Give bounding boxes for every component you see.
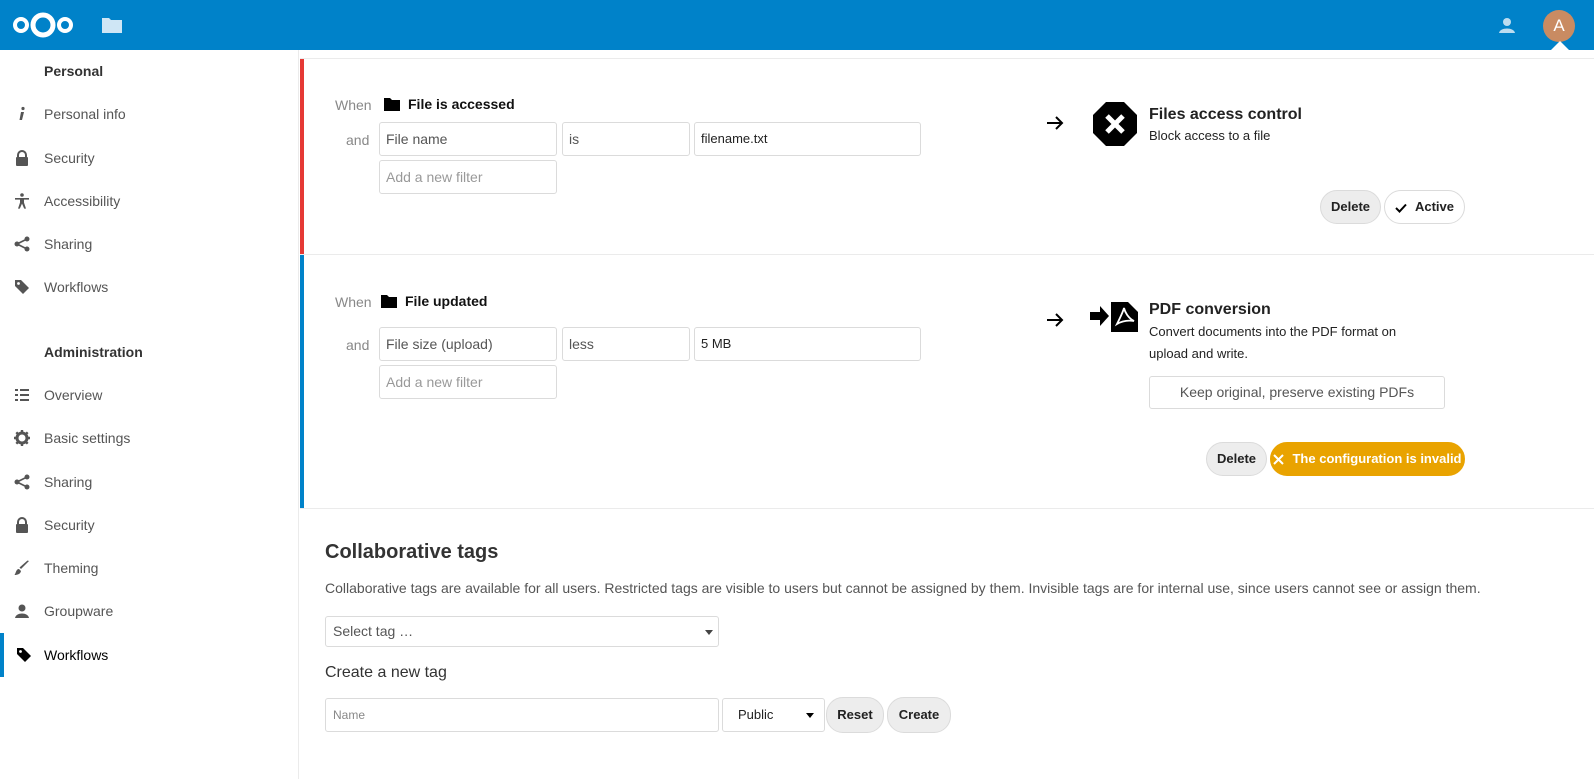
active-button[interactable]: Active: [1384, 190, 1465, 224]
tag-icon: [0, 279, 44, 295]
share-icon: [0, 474, 44, 490]
sidebar-item-overview[interactable]: Overview: [0, 373, 298, 417]
sidebar-item-personal-security[interactable]: Security: [0, 136, 298, 180]
tag-visibility-select[interactable]: Public: [722, 698, 825, 732]
rule-status-bar: [300, 59, 304, 254]
add-filter-select[interactable]: Add a new filter: [379, 365, 557, 399]
invalid-config-button[interactable]: The configuration is invalid: [1270, 442, 1465, 476]
list-icon: [0, 387, 44, 403]
sidebar-item-basic-settings[interactable]: Basic settings: [0, 416, 298, 460]
pdf-conversion-icon: [1090, 302, 1138, 332]
create-tag-title: Create a new tag: [325, 664, 447, 681]
sidebar-item-groupware[interactable]: Groupware: [0, 589, 298, 633]
block-access-icon: [1093, 102, 1137, 146]
contacts-icon[interactable]: [1497, 15, 1517, 35]
sidebar-item-admin-sharing[interactable]: Sharing: [0, 460, 298, 504]
select-tag-placeholder: Select tag …: [333, 623, 414, 639]
filter-operator-select[interactable]: less: [562, 327, 690, 361]
workflow-rule: When File is accessed and File name is f…: [300, 58, 1594, 255]
share-icon: [0, 236, 44, 252]
filter-value-input[interactable]: 5 MB: [694, 327, 921, 361]
sidebar-item-label: Workflows: [44, 647, 109, 663]
nextcloud-logo[interactable]: [12, 10, 74, 40]
sidebar-item-label: Theming: [44, 560, 99, 576]
filter-field-select[interactable]: File size (upload): [379, 327, 557, 361]
arrow-right-icon: [1047, 116, 1064, 130]
folder-icon: [381, 295, 397, 308]
gear-icon: [0, 430, 44, 446]
accessibility-icon: [0, 193, 44, 209]
sidebar-item-accessibility[interactable]: Accessibility: [0, 179, 298, 223]
close-icon: [1273, 454, 1285, 465]
operation-description-line-2: upload and write.: [1149, 346, 1249, 361]
sidebar-item-label: Security: [44, 150, 95, 166]
folder-icon: [384, 98, 400, 111]
when-label: When: [335, 294, 372, 310]
sidebar-item-label: Security: [44, 517, 95, 533]
sidebar-item-label: Sharing: [44, 236, 93, 252]
rule-status-bar: [300, 255, 304, 508]
event-selector[interactable]: File is accessed: [384, 96, 515, 112]
chevron-down-icon: [806, 713, 814, 718]
sidebar-item-label: Groupware: [44, 603, 114, 619]
sidebar-item-theming[interactable]: Theming: [0, 546, 298, 590]
event-label: File updated: [405, 293, 488, 309]
operation-description-line-1: Convert documents into the PDF format on: [1149, 324, 1397, 339]
workflow-content: When File is accessed and File name is f…: [300, 50, 1594, 779]
folder-icon[interactable]: [101, 15, 123, 35]
contacts-icon: [0, 603, 44, 619]
sidebar-item-label: Sharing: [44, 474, 93, 490]
arrow-right-icon: [1047, 313, 1064, 327]
filter-operator-select[interactable]: is: [562, 122, 690, 156]
sidebar-item-admin-workflows[interactable]: Workflows: [0, 633, 298, 677]
sidebar-item-personal-workflows[interactable]: Workflows: [0, 265, 298, 309]
sidebar-item-label: Accessibility: [44, 193, 121, 209]
filter-value-input[interactable]: filename.txt: [694, 122, 921, 156]
collaborative-tags-description: Collaborative tags are available for all…: [325, 580, 1481, 596]
sidebar-item-label: Workflows: [44, 279, 109, 295]
pdf-options-select[interactable]: Keep original, preserve existing PDFs: [1149, 376, 1445, 409]
lock-icon: [0, 150, 44, 166]
delete-rule-button[interactable]: Delete: [1206, 442, 1267, 476]
administration-heading: Administration: [44, 344, 143, 360]
select-tag-dropdown[interactable]: Select tag …: [325, 616, 719, 647]
event-label: File is accessed: [408, 96, 515, 112]
operation-title: Files access control: [1149, 106, 1302, 123]
avatar-menu-caret: [1551, 41, 1569, 50]
and-label: and: [346, 132, 370, 148]
tag-visibility-value: Public: [738, 707, 774, 722]
sidebar-item-admin-security[interactable]: Security: [0, 503, 298, 547]
brush-icon: [0, 560, 44, 576]
check-icon: [1395, 203, 1407, 213]
info-icon: [0, 106, 44, 122]
filter-field-select[interactable]: File name: [379, 122, 557, 156]
create-button[interactable]: Create: [887, 697, 951, 733]
reset-button[interactable]: Reset: [826, 697, 884, 733]
delete-rule-button[interactable]: Delete: [1320, 190, 1381, 224]
chevron-down-icon: [705, 630, 713, 635]
sidebar-item-personal-info[interactable]: Personal info: [0, 92, 298, 136]
workflow-rule: When File updated and File size (upload)…: [300, 255, 1594, 509]
settings-sidebar: Personal Personal info Security Accessib…: [0, 50, 299, 779]
event-selector[interactable]: File updated: [381, 293, 487, 309]
tag-name-input[interactable]: Name: [325, 698, 719, 732]
user-avatar[interactable]: A: [1543, 10, 1575, 42]
personal-heading: Personal: [44, 63, 104, 79]
sidebar-item-label: Basic settings: [44, 430, 131, 446]
status-label: The configuration is invalid: [1292, 451, 1462, 466]
lock-icon: [0, 517, 44, 533]
sidebar-item-label: Overview: [44, 387, 103, 403]
sidebar-item-personal-sharing[interactable]: Sharing: [0, 222, 298, 266]
and-label: and: [346, 337, 370, 353]
top-header: A: [0, 0, 1594, 50]
operation-title: PDF conversion: [1149, 301, 1271, 318]
collaborative-tags-title: Collaborative tags: [325, 541, 499, 563]
add-filter-select[interactable]: Add a new filter: [379, 160, 557, 194]
operation-description: Block access to a file: [1149, 128, 1271, 143]
sidebar-item-label: Personal info: [44, 106, 126, 122]
status-label: Active: [1414, 199, 1455, 214]
when-label: When: [335, 97, 372, 113]
tag-icon: [4, 647, 44, 663]
